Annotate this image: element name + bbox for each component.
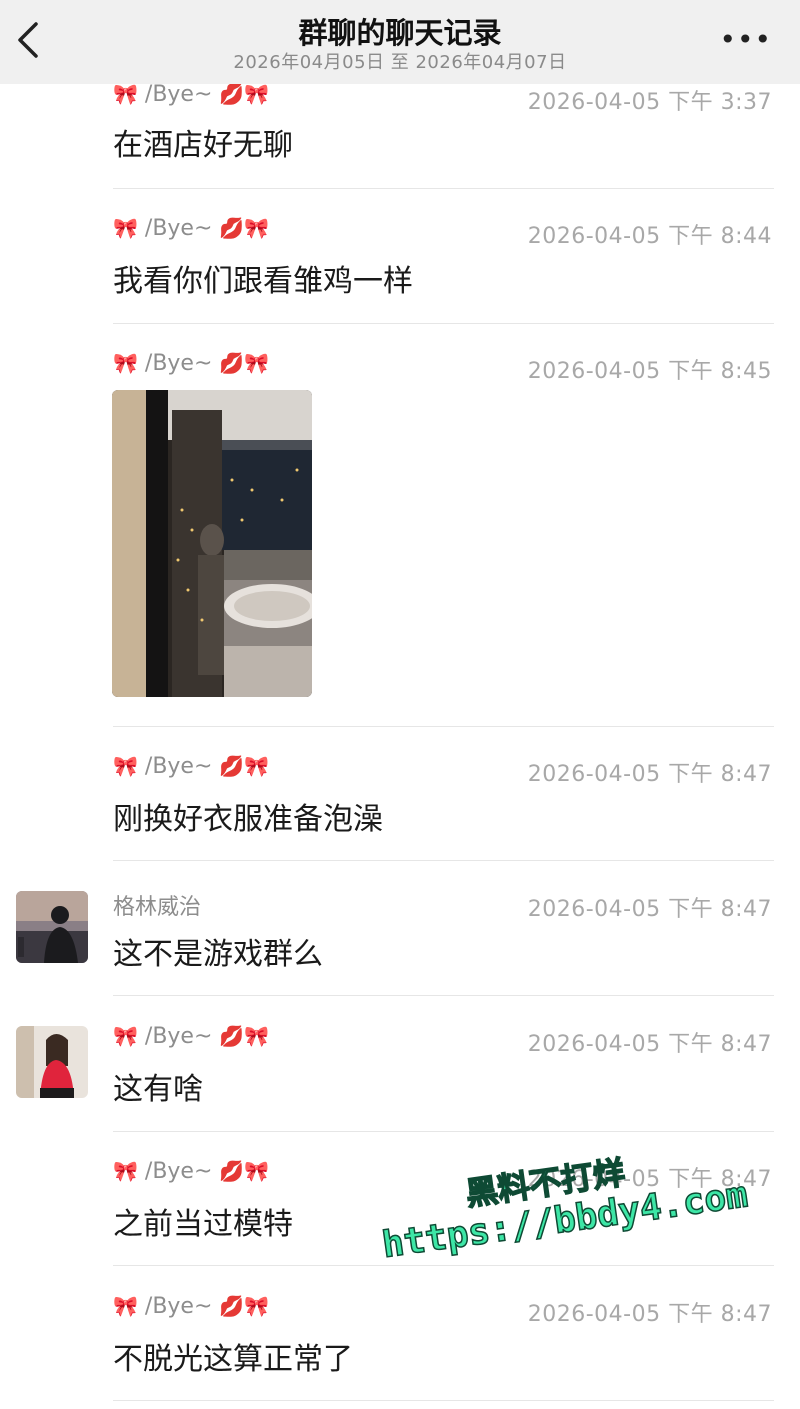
bow-icon: 🎀 bbox=[244, 1024, 270, 1048]
bow-icon: 🎀 bbox=[113, 754, 138, 778]
lips-icon: 💋 bbox=[219, 1159, 245, 1183]
bow-icon: 🎀 bbox=[244, 82, 270, 106]
message-text[interactable]: 刚换好衣服准备泡澡 bbox=[113, 794, 383, 838]
message-text[interactable]: 之前当过模特 bbox=[113, 1199, 293, 1243]
message-text[interactable]: 这不是游戏群么 bbox=[113, 929, 323, 973]
top-bar: 群聊的聊天记录 2026年04月05日 至 2026年04月07日 ••• bbox=[0, 0, 800, 84]
sender-name: 格林威治 bbox=[113, 895, 202, 920]
date-range: 2026年04月05日 至 2026年04月07日 bbox=[233, 52, 567, 73]
message-text[interactable]: 在酒店好无聊 bbox=[113, 120, 293, 164]
message-item: 格林威治 2026-04-05 下午 8:47 这不是游戏群么 bbox=[0, 885, 800, 997]
message-time: 2026-04-05 下午 8:45 bbox=[527, 359, 772, 384]
divider bbox=[113, 995, 774, 996]
divider bbox=[113, 1265, 774, 1266]
message-text[interactable]: 不脱光这算正常了 bbox=[113, 1334, 353, 1378]
bow-icon: 🎀 bbox=[113, 1159, 138, 1183]
divider bbox=[113, 188, 774, 189]
message-text[interactable]: 这有啥 bbox=[113, 1064, 203, 1108]
sender-name: 🎀 /Bye~ 💋🎀 bbox=[113, 351, 270, 376]
message-time: 2026-04-05 下午 8:44 bbox=[527, 224, 772, 249]
lips-icon: 💋 bbox=[219, 351, 245, 375]
message-time: 2026-04-05 下午 8:47 bbox=[527, 1302, 772, 1327]
bow-icon: 🎀 bbox=[244, 1159, 270, 1183]
message-item: 🎀 /Bye~ 💋🎀 2026-04-05 下午 8:47 刚换好衣服准备泡澡 bbox=[0, 750, 800, 862]
message-item: 🎀 /Bye~ 💋🎀 2026-04-05 下午 8:47 之前当过模特 bbox=[0, 1155, 800, 1267]
message-item: 🎀 /Bye~ 💋🎀 2026-04-05 下午 3:37 在酒店好无聊 bbox=[0, 78, 800, 190]
message-time: 2026-04-05 下午 8:47 bbox=[527, 1032, 772, 1057]
sender-name: 🎀 /Bye~ 💋🎀 bbox=[113, 216, 270, 241]
divider bbox=[113, 1131, 774, 1132]
avatar[interactable] bbox=[16, 1026, 88, 1098]
bow-icon: 🎀 bbox=[244, 351, 270, 375]
lips-icon: 💋 bbox=[219, 82, 245, 106]
message-time: 2026-04-05 下午 8:47 bbox=[527, 897, 772, 922]
lips-icon: 💋 bbox=[219, 754, 245, 778]
bow-icon: 🎀 bbox=[113, 1294, 138, 1318]
message-item: 🎀 /Bye~ 💋🎀 2026-04-05 下午 8:47 这有啥 bbox=[0, 1020, 800, 1132]
message-time: 2026-04-05 下午 3:37 bbox=[527, 90, 772, 115]
avatar[interactable] bbox=[16, 891, 88, 963]
bow-icon: 🎀 bbox=[113, 216, 138, 240]
bow-icon: 🎀 bbox=[244, 216, 270, 240]
message-photo[interactable] bbox=[112, 390, 312, 697]
message-item: 🎀 /Bye~ 💋🎀 2026-04-05 下午 8:47 不脱光这算正常了 bbox=[0, 1290, 800, 1402]
message-time: 2026-04-05 下午 8:47 bbox=[527, 1167, 772, 1192]
divider bbox=[113, 860, 774, 861]
bow-icon: 🎀 bbox=[113, 351, 138, 375]
message-time: 2026-04-05 下午 8:47 bbox=[527, 762, 772, 787]
lips-icon: 💋 bbox=[219, 1294, 245, 1318]
more-button[interactable]: ••• bbox=[719, 26, 772, 54]
sender-name: 🎀 /Bye~ 💋🎀 bbox=[113, 1294, 270, 1319]
sender-name: 🎀 /Bye~ 💋🎀 bbox=[113, 82, 270, 107]
divider bbox=[113, 1400, 774, 1401]
lips-icon: 💋 bbox=[219, 216, 245, 240]
sender-name: 🎀 /Bye~ 💋🎀 bbox=[113, 754, 270, 779]
divider bbox=[113, 323, 774, 324]
message-text[interactable]: 我看你们跟看雏鸡一样 bbox=[113, 256, 413, 300]
bow-icon: 🎀 bbox=[113, 1024, 138, 1048]
sender-name: 🎀 /Bye~ 💋🎀 bbox=[113, 1024, 270, 1049]
page-title: 群聊的聊天记录 bbox=[298, 16, 502, 50]
bow-icon: 🎀 bbox=[244, 754, 270, 778]
divider bbox=[113, 726, 774, 727]
bow-icon: 🎀 bbox=[113, 82, 138, 106]
message-item: 🎀 /Bye~ 💋🎀 2026-04-05 下午 8:44 我看你们跟看雏鸡一样 bbox=[0, 212, 800, 324]
bow-icon: 🎀 bbox=[244, 1294, 270, 1318]
lips-icon: 💋 bbox=[219, 1024, 245, 1048]
sender-name: 🎀 /Bye~ 💋🎀 bbox=[113, 1159, 270, 1184]
